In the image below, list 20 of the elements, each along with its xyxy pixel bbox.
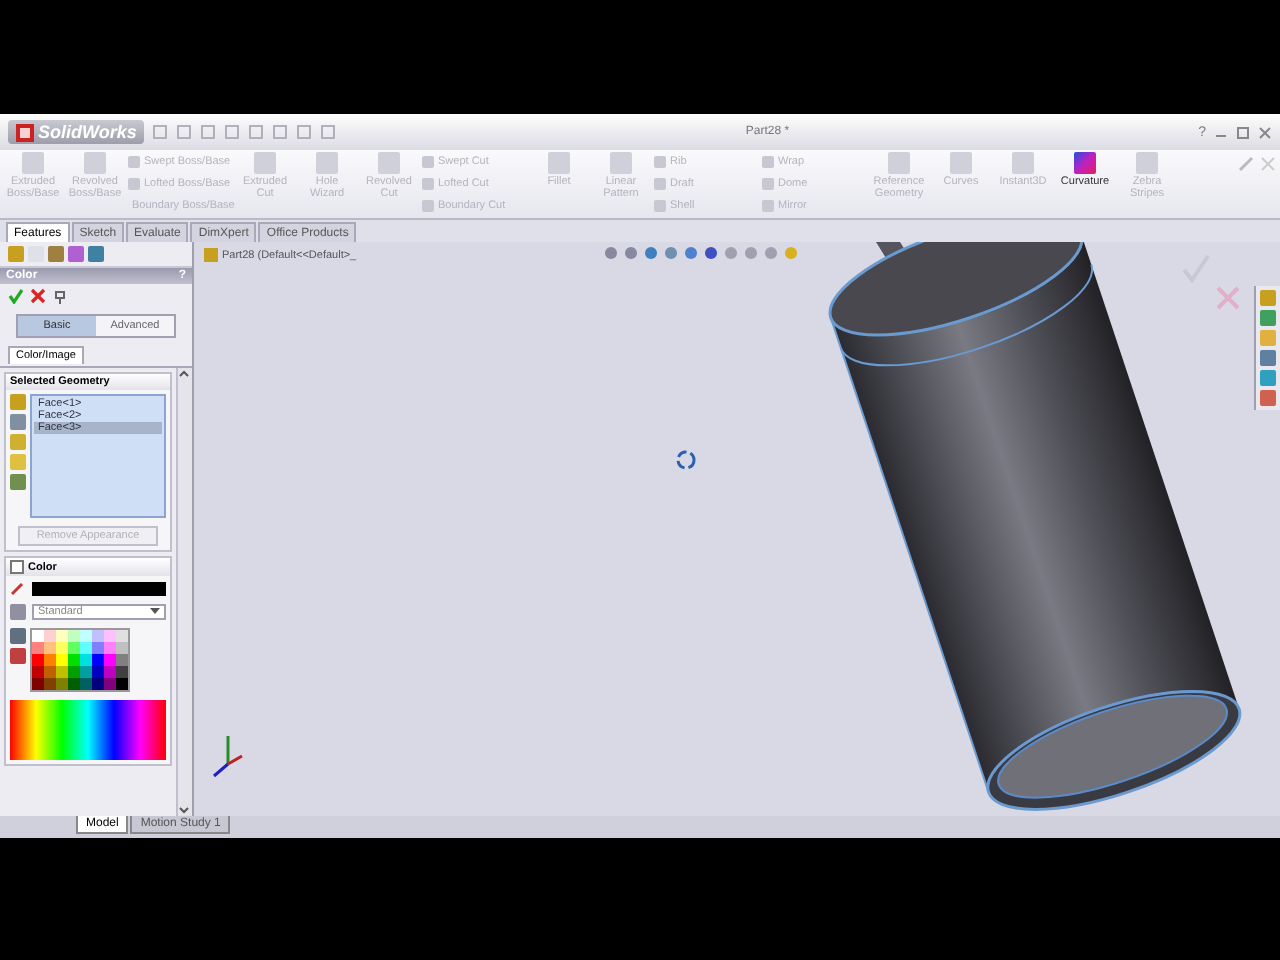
close-icon[interactable] (1260, 156, 1276, 172)
scroll-up-icon[interactable] (178, 368, 190, 380)
scroll-down-icon[interactable] (178, 804, 190, 816)
color-swatch (32, 581, 166, 595)
maximize-icon[interactable] (1236, 125, 1250, 139)
axis-triad-icon (213, 736, 243, 778)
checkbox[interactable] (10, 560, 24, 574)
close-icon[interactable] (1258, 125, 1272, 139)
eyedropper-icon[interactable] (10, 580, 26, 596)
check-icon[interactable] (8, 288, 24, 304)
rotate-cursor-icon (676, 450, 696, 470)
color-palette[interactable] (30, 628, 130, 692)
color-spectrum[interactable] (10, 700, 166, 760)
caret-icon (150, 606, 160, 616)
pencil-icon[interactable] (1238, 156, 1254, 172)
cancel-icon[interactable] (30, 288, 46, 304)
pin-icon[interactable] (52, 288, 68, 304)
logo-icon (16, 123, 34, 141)
app-logo[interactable]: SolidWorks (8, 120, 145, 144)
app-name: SolidWorks (38, 122, 137, 142)
